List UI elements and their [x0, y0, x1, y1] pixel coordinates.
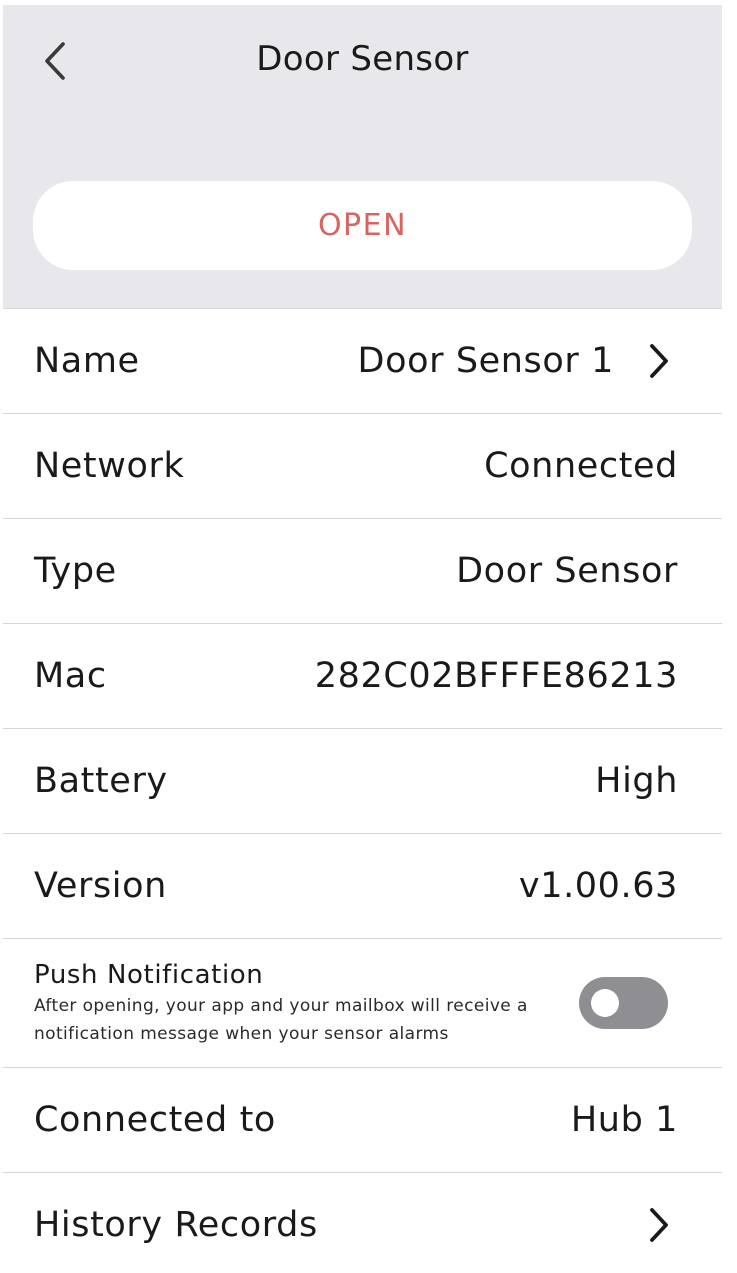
status-badge: OPEN [33, 181, 692, 270]
version-value: v1.00.63 [518, 866, 678, 906]
device-info-list: Name Door Sensor 1 Network Connected Typ… [3, 308, 722, 1273]
version-row: Version v1.00.63 [3, 833, 722, 938]
network-label: Network [34, 446, 185, 486]
push-notification-title: Push Notification [34, 960, 264, 990]
history-records-label: History Records [34, 1205, 318, 1245]
mac-label: Mac [34, 656, 107, 696]
history-records-row[interactable]: History Records [3, 1172, 722, 1273]
network-value: Connected [484, 446, 678, 486]
version-label: Version [34, 866, 167, 906]
name-value: Door Sensor 1 [357, 341, 614, 381]
connected-to-value: Hub 1 [570, 1100, 678, 1140]
type-row: Type Door Sensor [3, 518, 722, 623]
name-row[interactable]: Name Door Sensor 1 [3, 308, 722, 413]
network-row: Network Connected [3, 413, 722, 518]
battery-label: Battery [34, 761, 168, 801]
connected-to-row: Connected to Hub 1 [3, 1067, 722, 1172]
chevron-right-icon [648, 343, 670, 379]
chevron-right-icon [648, 1207, 670, 1243]
push-notification-toggle[interactable] [579, 977, 668, 1029]
type-label: Type [34, 551, 117, 591]
name-label: Name [34, 341, 140, 381]
mac-value: 282C02BFFFE86213 [314, 656, 678, 696]
push-notification-row: Push Notification After opening, your ap… [3, 938, 722, 1067]
toggle-knob [591, 989, 619, 1017]
device-detail-screen: Door Sensor OPEN Name Door Sensor 1 Netw… [0, 0, 737, 1273]
status-text: OPEN [317, 208, 408, 243]
mac-row: Mac 282C02BFFFE86213 [3, 623, 722, 728]
push-notification-description: After opening, your app and your mailbox… [34, 996, 528, 1044]
battery-row: Battery High [3, 728, 722, 833]
type-value: Door Sensor [456, 551, 678, 591]
header: Door Sensor OPEN [3, 5, 722, 308]
battery-value: High [595, 761, 678, 801]
page-title: Door Sensor [256, 39, 469, 79]
connected-to-label: Connected to [34, 1100, 276, 1140]
